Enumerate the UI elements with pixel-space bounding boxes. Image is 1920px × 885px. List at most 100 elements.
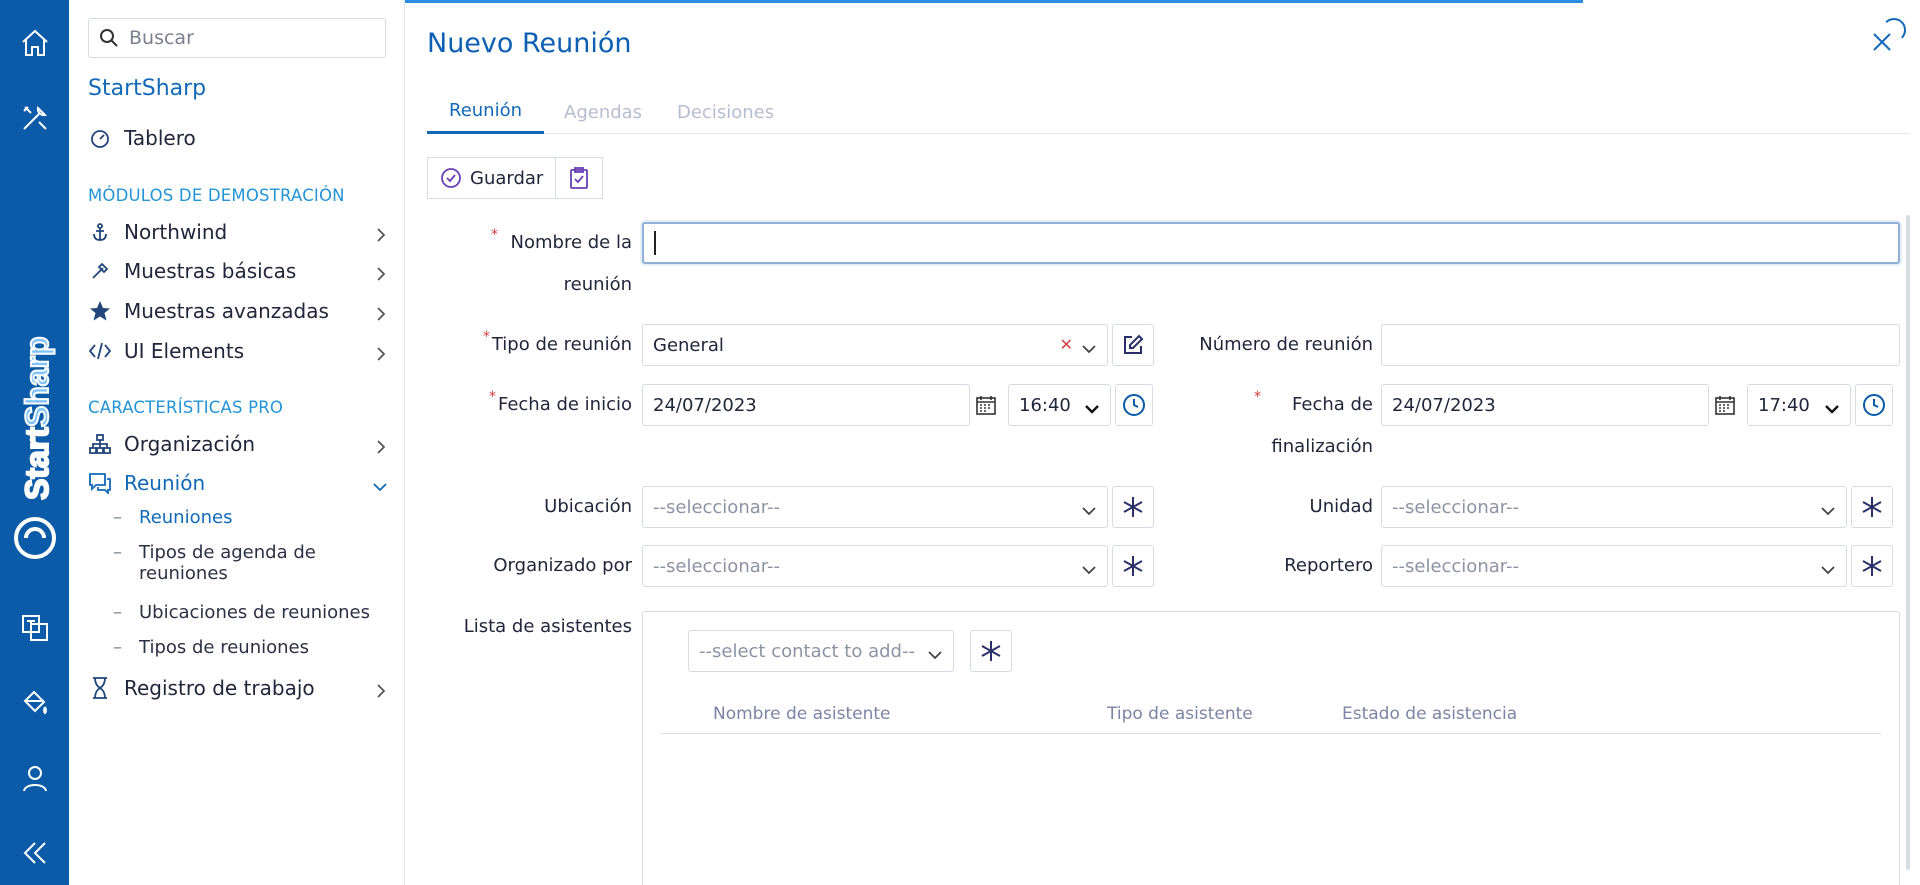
meeting-type-select[interactable]: General ✕ (642, 324, 1108, 366)
tools-icon[interactable] (0, 93, 69, 143)
collapse-icon[interactable] (0, 828, 69, 878)
end-now-button[interactable] (1855, 384, 1893, 426)
search-input[interactable] (127, 26, 367, 50)
nav-organization-label: Organización (124, 432, 256, 456)
chevron-down-icon (1824, 399, 1840, 420)
subnav-locations-label: Ubicaciones de reuniones (139, 602, 371, 623)
chevron-down-icon (1084, 399, 1100, 420)
nav-ui-elements-label: UI Elements (124, 339, 245, 363)
tab-bar: Reunión Agendas Decisiones (427, 90, 1910, 134)
chevron-right-icon (374, 224, 388, 248)
chevron-down-icon (1081, 339, 1097, 360)
meeting-name-input[interactable] (642, 222, 1900, 264)
clear-icon[interactable]: ✕ (1060, 335, 1073, 354)
home-icon[interactable] (0, 18, 69, 68)
vertical-scrollbar[interactable] (1906, 215, 1910, 870)
subnav-locations[interactable]: – Ubicaciones de reuniones (113, 602, 383, 623)
subnav-agenda-types[interactable]: – Tipos de agenda de reuniones (113, 542, 383, 584)
chevron-right-icon (374, 680, 388, 704)
organizer-label: Organizado por (493, 555, 632, 576)
clock-icon (1863, 394, 1885, 416)
attendee-grid-header: Nombre de asistente Tipo de asistente Es… (661, 694, 1881, 734)
start-date-input[interactable]: 24/07/2023 (642, 384, 970, 426)
asterisk-icon (1123, 497, 1143, 517)
nav-meeting[interactable]: Reunión (88, 467, 388, 499)
name-label-text: Nombre de la reunión (510, 232, 633, 295)
meeting-number-input[interactable] (1381, 324, 1900, 366)
type-label-text: Tipo de reunión (491, 334, 632, 355)
end-time-select[interactable]: 17:40 (1747, 384, 1851, 426)
start-date-value: 24/07/2023 (653, 394, 757, 416)
number-label: Número de reunión (1199, 334, 1373, 355)
location-select[interactable]: --seleccionar-- (642, 486, 1108, 528)
column-header-status[interactable]: Estado de asistencia (1342, 704, 1517, 724)
name-label: * Nombre de la reunión (405, 222, 632, 306)
chevron-right-icon (374, 263, 388, 287)
calendar-icon[interactable] (975, 394, 997, 416)
edit-icon (1124, 334, 1144, 354)
end-label-text: Fecha de finalización (1271, 394, 1373, 457)
save-button[interactable]: Guardar (427, 157, 557, 199)
end-date-input[interactable]: 24/07/2023 (1381, 384, 1709, 426)
organizer-select[interactable]: --seleccionar-- (642, 545, 1108, 587)
nav-northwind[interactable]: Northwind (88, 216, 388, 248)
tab-meeting[interactable]: Reunión (427, 90, 545, 134)
asterisk-icon (981, 641, 1001, 661)
app-title: StartSharp (88, 76, 207, 101)
add-unit-button[interactable] (1851, 486, 1893, 528)
user-icon[interactable] (0, 753, 69, 803)
nav-basic-samples[interactable]: Muestras básicas (88, 255, 388, 287)
start-time-value: 16:40 (1019, 394, 1071, 416)
add-reporter-button[interactable] (1851, 545, 1893, 587)
tab-agendas[interactable]: Agendas (542, 90, 664, 134)
column-header-type[interactable]: Tipo de asistente (1107, 704, 1253, 724)
chevron-down-icon (372, 475, 388, 499)
dialog: Nuevo Reunión Reunión Agendas Decisiones… (405, 0, 1920, 885)
chevron-down-icon (1081, 501, 1097, 522)
section-demo: MÓDULOS DE DEMOSTRACIÓN (88, 186, 345, 205)
svg-text:StartSharp: StartSharp (19, 336, 55, 500)
nav-ui-elements[interactable]: UI Elements (88, 335, 388, 367)
org-chart-icon (88, 432, 112, 456)
toolbar: Guardar (427, 157, 604, 199)
clipboard-check-icon (570, 167, 589, 189)
attendees-editor: --select contact to add-- Nombre de asis… (642, 611, 1900, 885)
tab-decisions[interactable]: Decisiones (655, 90, 796, 134)
text-cursor (654, 231, 656, 255)
paint-bucket-icon[interactable] (0, 678, 69, 728)
close-icon[interactable] (1870, 30, 1894, 54)
calendar-icon[interactable] (1714, 394, 1736, 416)
subnav-agenda-types-label: Tipos de agenda de reuniones (139, 542, 316, 584)
subnav-meetings-label: Reuniones (139, 507, 233, 528)
nav-worklog[interactable]: Registro de trabajo (88, 672, 388, 704)
chevron-down-icon (927, 645, 943, 666)
chevron-right-icon (374, 436, 388, 460)
nav-dashboard[interactable]: Tablero (88, 122, 388, 154)
chevron-down-icon (1820, 501, 1836, 522)
nav-advanced-samples[interactable]: Muestras avanzadas (88, 295, 388, 327)
code-icon (88, 339, 112, 363)
subnav-meeting-types[interactable]: – Tipos de reuniones (113, 637, 383, 658)
nav-meeting-label: Reunión (124, 471, 206, 495)
start-time-select[interactable]: 16:40 (1008, 384, 1111, 426)
end-time-value: 17:40 (1758, 394, 1810, 416)
wand-icon (88, 259, 112, 283)
attendee-contact-select[interactable]: --select contact to add-- (688, 630, 954, 672)
column-header-name[interactable]: Nombre de asistente (713, 704, 890, 724)
add-contact-button[interactable] (970, 630, 1012, 672)
section-pro: CARACTERÍSTICAS PRO (88, 398, 284, 417)
gauge-icon (88, 126, 112, 150)
reporter-select[interactable]: --seleccionar-- (1381, 545, 1847, 587)
nav-northwind-label: Northwind (124, 220, 228, 244)
asterisk-icon (1862, 556, 1882, 576)
nav-organization[interactable]: Organización (88, 428, 388, 460)
organizer-value: --seleccionar-- (653, 555, 781, 577)
apply-button[interactable] (556, 157, 604, 199)
start-label-text: Fecha de inicio (497, 394, 632, 415)
reporter-value: --seleccionar-- (1392, 555, 1520, 577)
unit-value: --seleccionar-- (1392, 496, 1520, 518)
asterisk-icon (1862, 497, 1882, 517)
unit-select[interactable]: --seleccionar-- (1381, 486, 1847, 528)
subnav-meetings[interactable]: – Reuniones (113, 507, 383, 528)
translate-icon[interactable] (0, 603, 69, 653)
